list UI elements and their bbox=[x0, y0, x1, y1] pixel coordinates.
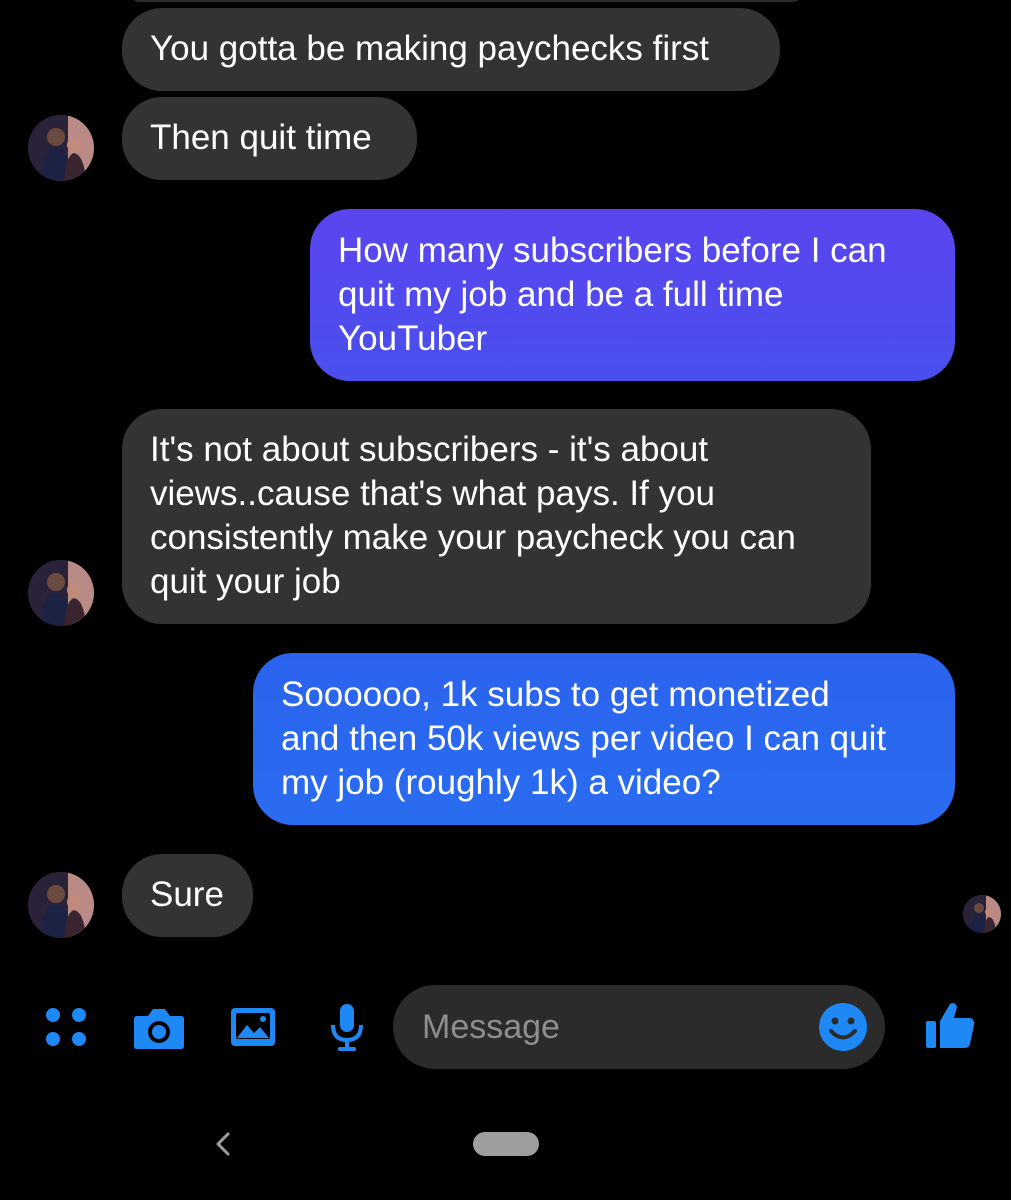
thumbs-up-icon[interactable] bbox=[925, 1000, 975, 1050]
contact-avatar[interactable] bbox=[28, 115, 94, 181]
message-text: Soooooo, 1k subs to get monetized bbox=[281, 675, 830, 714]
incoming-message[interactable]: It's not about subscribers - it's about … bbox=[122, 409, 871, 624]
incoming-message[interactable]: You gotta be making paychecks first bbox=[122, 8, 780, 91]
outgoing-message[interactable]: How many subscribers before I can quit m… bbox=[310, 209, 955, 381]
outgoing-message[interactable]: Soooooo, 1k subs to get monetized and th… bbox=[253, 653, 955, 825]
camera-icon[interactable] bbox=[133, 1006, 185, 1050]
image-icon[interactable] bbox=[230, 1007, 276, 1047]
message-placeholder: Message bbox=[422, 1008, 560, 1046]
message-text: Then quit time bbox=[150, 118, 372, 157]
message-text: quit your job bbox=[150, 562, 341, 601]
message-text: quit my job and be a full time bbox=[338, 275, 784, 314]
incoming-message[interactable]: Sure bbox=[122, 854, 253, 937]
message-text: How many subscribers before I can bbox=[338, 231, 887, 270]
message-text: my job (roughly 1k) a video? bbox=[281, 763, 721, 802]
four-dots-icon[interactable] bbox=[45, 1005, 89, 1049]
message-text: views..cause that's what pays. If you bbox=[150, 474, 716, 513]
previous-message-edge bbox=[126, 0, 806, 2]
microphone-icon[interactable] bbox=[330, 1003, 364, 1053]
smiley-icon[interactable] bbox=[818, 1002, 868, 1052]
message-text: You gotta be making paychecks first bbox=[150, 29, 710, 68]
back-button[interactable] bbox=[210, 1128, 238, 1160]
message-text: Sure bbox=[150, 875, 224, 914]
home-pill-button[interactable] bbox=[473, 1132, 539, 1156]
incoming-message[interactable]: Then quit time bbox=[122, 97, 417, 180]
contact-avatar[interactable] bbox=[28, 560, 94, 626]
message-text: and then 50k views per video I can quit bbox=[281, 719, 887, 758]
contact-avatar[interactable] bbox=[28, 872, 94, 938]
read-receipt-avatar bbox=[963, 895, 1001, 933]
message-text: It's not about subscribers - it's about bbox=[150, 430, 709, 469]
message-text: consistently make your paycheck you can bbox=[150, 518, 796, 557]
message-input[interactable]: Message bbox=[393, 985, 885, 1069]
message-text: YouTuber bbox=[338, 319, 488, 358]
